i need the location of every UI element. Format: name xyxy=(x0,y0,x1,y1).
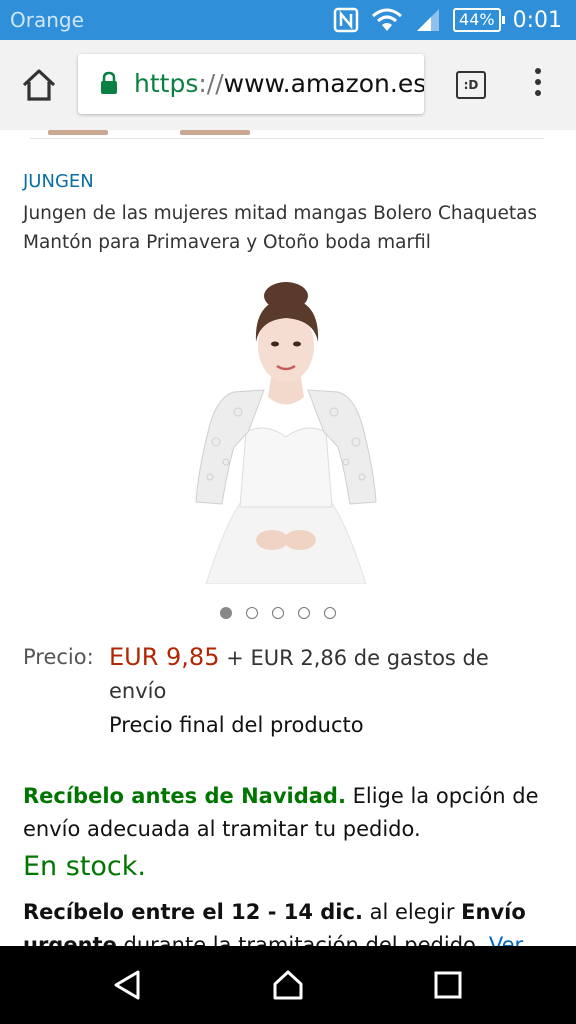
address-bar[interactable]: https://www.amazon.es/ xyxy=(78,54,424,114)
carousel-dot-3[interactable] xyxy=(272,607,284,619)
wifi-icon xyxy=(372,8,403,31)
url-scheme: https xyxy=(134,69,199,98)
clock: 0:01 xyxy=(512,7,562,33)
price-value: EUR 9,85 xyxy=(109,643,220,671)
tabs-icon[interactable]: :D xyxy=(456,71,486,99)
home-icon[interactable] xyxy=(20,66,58,104)
final-price-note: Precio final del producto xyxy=(109,713,364,737)
status-icons: 44% 0:01 xyxy=(333,0,562,40)
carrier-name: Orange xyxy=(10,8,84,32)
home-nav-icon[interactable] xyxy=(271,968,305,1002)
navigation-bar xyxy=(0,946,576,1024)
url-host: www.amazon.es/ xyxy=(223,69,424,98)
brand-link[interactable]: JUNGEN xyxy=(23,171,94,192)
url-separator: :// xyxy=(198,69,224,98)
carousel-dot-5[interactable] xyxy=(324,607,336,619)
price-label: Precio: xyxy=(23,645,94,669)
image-carousel-dots[interactable] xyxy=(220,607,336,619)
receive-mid: al elegir xyxy=(369,900,455,924)
carousel-dot-1[interactable] xyxy=(220,607,232,619)
price-block: EUR 9,85 + EUR 2,86 de gastos de envío xyxy=(109,641,549,708)
delivery-message: Recíbelo antes de Navidad. Elige la opci… xyxy=(23,780,553,846)
url-text: https://www.amazon.es/ xyxy=(134,69,424,98)
carousel-dot-2[interactable] xyxy=(246,607,258,619)
previous-image-strip xyxy=(30,130,544,139)
battery-icon: 44% xyxy=(453,8,505,32)
product-title: Jungen de las mujeres mitad mangas Boler… xyxy=(23,203,538,253)
browser-toolbar: https://www.amazon.es/ :D xyxy=(0,40,576,130)
receive-date: Recíbelo entre el 12 - 14 dic. xyxy=(23,900,363,924)
product-image[interactable] xyxy=(186,272,386,584)
back-icon[interactable] xyxy=(110,968,144,1002)
delivery-highlight: Recíbelo antes de Navidad. xyxy=(23,784,346,808)
signal-icon xyxy=(417,9,440,31)
recents-icon[interactable] xyxy=(431,968,465,1002)
status-bar: Orange 44% 0:01 xyxy=(0,0,576,40)
stock-status: En stock. xyxy=(23,851,146,882)
nfc-icon xyxy=(333,7,359,33)
carousel-dot-4[interactable] xyxy=(298,607,310,619)
menu-icon[interactable] xyxy=(530,68,546,104)
lock-icon xyxy=(101,71,117,94)
